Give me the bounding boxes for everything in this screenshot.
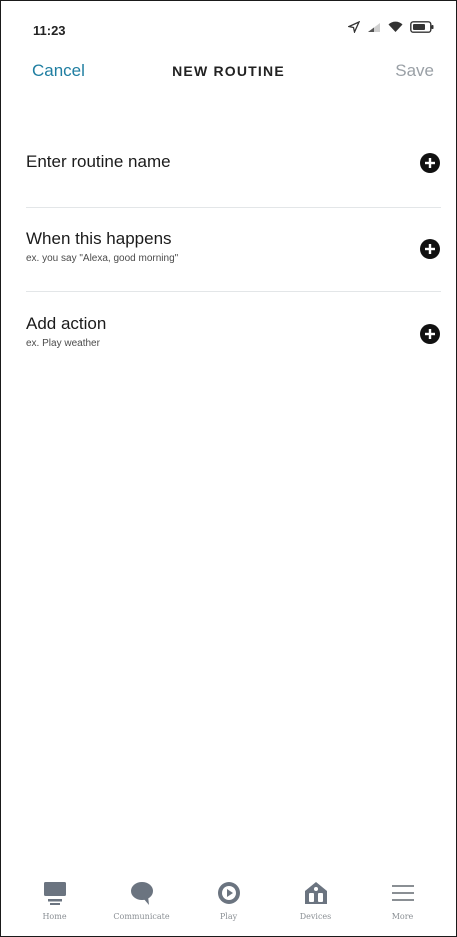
nav-label: Home bbox=[42, 912, 67, 921]
chat-bubble-icon bbox=[129, 878, 155, 908]
add-trigger-icon[interactable] bbox=[419, 238, 441, 260]
status-bar: 11:23 bbox=[1, 1, 456, 47]
signal-icon bbox=[367, 22, 381, 33]
nav-label: Devices bbox=[299, 912, 332, 921]
nav-item-devices[interactable]: Devices bbox=[276, 878, 356, 921]
trigger-row[interactable]: When this happens ex. you say "Alexa, go… bbox=[26, 229, 441, 271]
routine-name-row[interactable]: Enter routine name bbox=[26, 152, 441, 178]
battery-icon bbox=[410, 21, 434, 33]
nav-item-home[interactable]: Home bbox=[15, 878, 95, 921]
divider bbox=[26, 291, 441, 292]
nav-label: More bbox=[391, 912, 414, 921]
row-title: Enter routine name bbox=[26, 152, 171, 171]
divider bbox=[26, 207, 441, 208]
row-subtitle: ex. you say "Alexa, good morning" bbox=[26, 253, 179, 264]
nav-item-play[interactable]: Play bbox=[189, 878, 269, 921]
nav-label: Play bbox=[219, 912, 238, 921]
devices-icon bbox=[303, 878, 329, 908]
save-button[interactable]: Save bbox=[395, 61, 434, 81]
nav-label: Communicate bbox=[113, 912, 170, 921]
header: Cancel NEW ROUTINE Save bbox=[1, 53, 456, 93]
bottom-nav: Home Communicate Play Devices More bbox=[1, 872, 456, 936]
app-screen: 11:23 Cancel NEW ROUTINE Save Enter rout… bbox=[0, 0, 457, 937]
page-title: NEW ROUTINE bbox=[172, 63, 285, 79]
row-title: Add action bbox=[26, 314, 107, 333]
home-icon bbox=[42, 878, 68, 908]
location-arrow-icon bbox=[348, 21, 360, 33]
nav-item-communicate[interactable]: Communicate bbox=[102, 878, 182, 921]
status-time: 11:23 bbox=[33, 23, 66, 38]
play-icon bbox=[216, 878, 242, 908]
nav-item-more[interactable]: More bbox=[363, 878, 443, 921]
wifi-icon bbox=[388, 21, 403, 33]
status-icons bbox=[348, 21, 434, 33]
add-action-icon[interactable] bbox=[419, 323, 441, 345]
row-title: When this happens bbox=[26, 229, 172, 248]
menu-icon bbox=[390, 878, 416, 908]
action-row[interactable]: Add action ex. Play weather bbox=[26, 314, 441, 356]
row-subtitle: ex. Play weather bbox=[26, 338, 100, 349]
add-routine-name-icon[interactable] bbox=[419, 152, 441, 174]
